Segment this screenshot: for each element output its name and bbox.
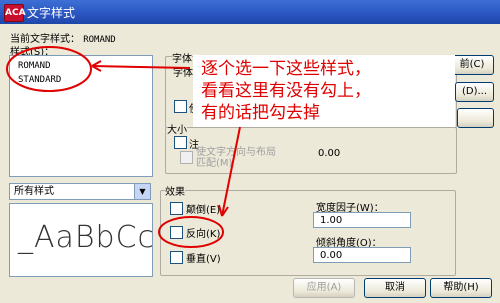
text-style-dialog: ACA 文字样式 当前文字样式： ROMAND 样式(S)： ROMAND ST… bbox=[0, 0, 500, 303]
annotation-arrow-left bbox=[91, 65, 191, 69]
annotation-arrow-down bbox=[221, 126, 241, 217]
styles-highlight-ellipse bbox=[6, 46, 92, 92]
annotation-overlay bbox=[6, 46, 241, 248]
backwards-highlight-ellipse bbox=[158, 216, 224, 248]
